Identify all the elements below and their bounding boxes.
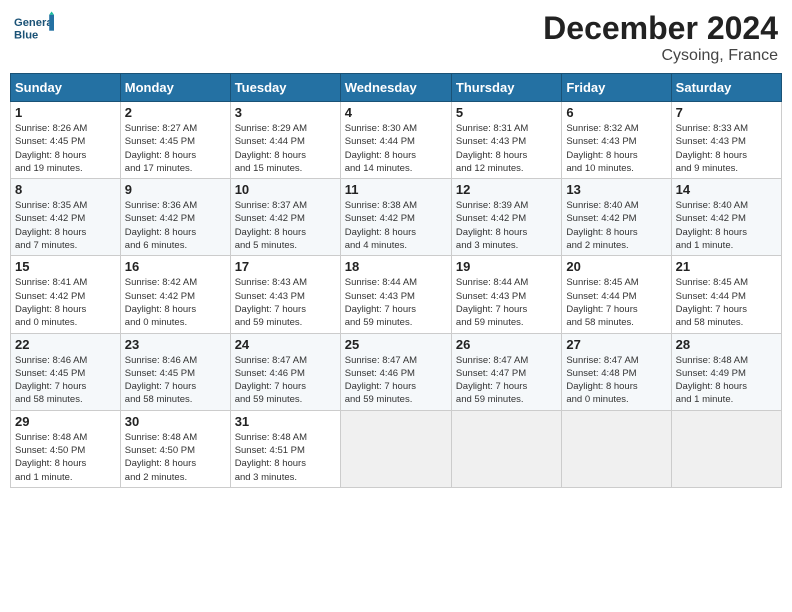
table-row: 19Sunrise: 8:44 AMSunset: 4:43 PMDayligh… bbox=[451, 256, 561, 333]
table-row: 25Sunrise: 8:47 AMSunset: 4:46 PMDayligh… bbox=[340, 333, 451, 410]
svg-text:Blue: Blue bbox=[14, 30, 38, 42]
col-saturday: Saturday bbox=[671, 74, 781, 102]
table-row: 17Sunrise: 8:43 AMSunset: 4:43 PMDayligh… bbox=[230, 256, 340, 333]
col-monday: Monday bbox=[120, 74, 230, 102]
calendar-table: Sunday Monday Tuesday Wednesday Thursday… bbox=[10, 73, 782, 488]
table-row: 15Sunrise: 8:41 AMSunset: 4:42 PMDayligh… bbox=[11, 256, 121, 333]
table-row: 3Sunrise: 8:29 AMSunset: 4:44 PMDaylight… bbox=[230, 102, 340, 179]
logo-icon: General Blue bbox=[14, 10, 54, 45]
svg-text:General: General bbox=[14, 17, 54, 29]
table-row: 6Sunrise: 8:32 AMSunset: 4:43 PMDaylight… bbox=[562, 102, 671, 179]
calendar-header-row: Sunday Monday Tuesday Wednesday Thursday… bbox=[11, 74, 782, 102]
table-row: 16Sunrise: 8:42 AMSunset: 4:42 PMDayligh… bbox=[120, 256, 230, 333]
table-row: 27Sunrise: 8:47 AMSunset: 4:48 PMDayligh… bbox=[562, 333, 671, 410]
location: Cysoing, France bbox=[543, 47, 778, 65]
page-header: General Blue December 2024 Cysoing, Fran… bbox=[10, 10, 782, 65]
table-row: 28Sunrise: 8:48 AMSunset: 4:49 PMDayligh… bbox=[671, 333, 781, 410]
col-wednesday: Wednesday bbox=[340, 74, 451, 102]
table-row: 24Sunrise: 8:47 AMSunset: 4:46 PMDayligh… bbox=[230, 333, 340, 410]
table-row: 9Sunrise: 8:36 AMSunset: 4:42 PMDaylight… bbox=[120, 179, 230, 256]
table-row: 13Sunrise: 8:40 AMSunset: 4:42 PMDayligh… bbox=[562, 179, 671, 256]
table-row: 11Sunrise: 8:38 AMSunset: 4:42 PMDayligh… bbox=[340, 179, 451, 256]
table-row bbox=[671, 410, 781, 487]
table-row: 2Sunrise: 8:27 AMSunset: 4:45 PMDaylight… bbox=[120, 102, 230, 179]
month-year: December 2024 bbox=[543, 10, 778, 47]
table-row bbox=[451, 410, 561, 487]
table-row bbox=[340, 410, 451, 487]
table-row: 18Sunrise: 8:44 AMSunset: 4:43 PMDayligh… bbox=[340, 256, 451, 333]
table-row: 21Sunrise: 8:45 AMSunset: 4:44 PMDayligh… bbox=[671, 256, 781, 333]
table-row bbox=[562, 410, 671, 487]
table-row: 23Sunrise: 8:46 AMSunset: 4:45 PMDayligh… bbox=[120, 333, 230, 410]
table-row: 22Sunrise: 8:46 AMSunset: 4:45 PMDayligh… bbox=[11, 333, 121, 410]
table-row: 10Sunrise: 8:37 AMSunset: 4:42 PMDayligh… bbox=[230, 179, 340, 256]
table-row: 5Sunrise: 8:31 AMSunset: 4:43 PMDaylight… bbox=[451, 102, 561, 179]
table-row: 26Sunrise: 8:47 AMSunset: 4:47 PMDayligh… bbox=[451, 333, 561, 410]
col-sunday: Sunday bbox=[11, 74, 121, 102]
logo: General Blue bbox=[14, 10, 58, 45]
table-row: 7Sunrise: 8:33 AMSunset: 4:43 PMDaylight… bbox=[671, 102, 781, 179]
col-thursday: Thursday bbox=[451, 74, 561, 102]
col-tuesday: Tuesday bbox=[230, 74, 340, 102]
table-row: 29Sunrise: 8:48 AMSunset: 4:50 PMDayligh… bbox=[11, 410, 121, 487]
table-row: 1Sunrise: 8:26 AMSunset: 4:45 PMDaylight… bbox=[11, 102, 121, 179]
table-row: 4Sunrise: 8:30 AMSunset: 4:44 PMDaylight… bbox=[340, 102, 451, 179]
table-row: 12Sunrise: 8:39 AMSunset: 4:42 PMDayligh… bbox=[451, 179, 561, 256]
table-row: 31Sunrise: 8:48 AMSunset: 4:51 PMDayligh… bbox=[230, 410, 340, 487]
col-friday: Friday bbox=[562, 74, 671, 102]
title-block: December 2024 Cysoing, France bbox=[543, 10, 778, 65]
table-row: 8Sunrise: 8:35 AMSunset: 4:42 PMDaylight… bbox=[11, 179, 121, 256]
table-row: 30Sunrise: 8:48 AMSunset: 4:50 PMDayligh… bbox=[120, 410, 230, 487]
table-row: 14Sunrise: 8:40 AMSunset: 4:42 PMDayligh… bbox=[671, 179, 781, 256]
table-row: 20Sunrise: 8:45 AMSunset: 4:44 PMDayligh… bbox=[562, 256, 671, 333]
